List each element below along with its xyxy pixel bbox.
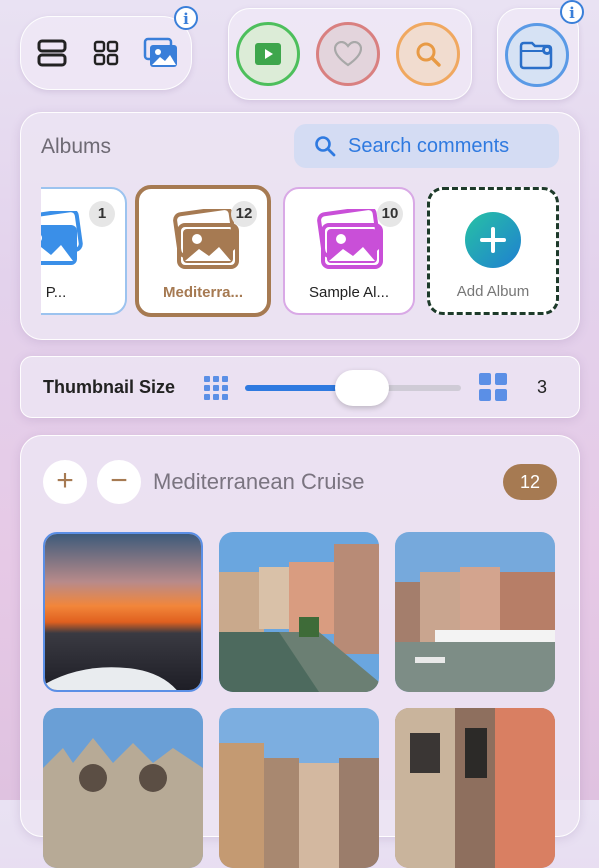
- heart-icon: [334, 41, 362, 67]
- favorite-button[interactable]: [316, 22, 380, 86]
- play-button[interactable]: [236, 22, 300, 86]
- folder-gear-icon: [519, 41, 553, 70]
- album-count: 12: [231, 201, 257, 227]
- album-label: Sample Al...: [308, 284, 390, 301]
- album-count: 10: [377, 201, 403, 227]
- add-album-card[interactable]: Add Album: [427, 187, 559, 315]
- album-label: Mediterra...: [162, 284, 244, 301]
- info-icon[interactable]: i: [174, 6, 198, 30]
- search-button[interactable]: [396, 22, 460, 86]
- play-icon: [255, 43, 281, 65]
- thumbnail-size-label: Thumbnail Size: [43, 377, 176, 397]
- add-album-label: Add Album: [456, 283, 530, 300]
- photo-thumbnail-sunset[interactable]: [43, 532, 203, 692]
- top-toolbar: i i: [0, 0, 599, 100]
- add-photo-button[interactable]: +: [43, 460, 87, 504]
- grid-view-icon[interactable]: [93, 40, 119, 71]
- photo-thumbnail-facade[interactable]: [395, 708, 555, 868]
- small-grid-icon: [203, 375, 229, 406]
- thumbnail-slider[interactable]: [245, 370, 461, 406]
- thumbnail-size-value: 3: [537, 377, 548, 397]
- large-grid-icon: [478, 372, 508, 407]
- view-mode-group: [20, 16, 192, 90]
- albums-panel: Albums Search comments 1 ation P...: [20, 112, 580, 340]
- thumbnail-size-panel: Thumbnail Size 3: [20, 356, 580, 418]
- album-card[interactable]: 1 ation P...: [41, 187, 127, 315]
- album-strip: 1 ation P... 12 Mediterra...: [41, 113, 559, 339]
- folder-settings-button[interactable]: [505, 23, 569, 87]
- album-label: ation P...: [41, 284, 67, 301]
- album-count-badge: 12: [503, 464, 557, 500]
- action-group: [228, 8, 472, 100]
- photo-thumbnail-canal[interactable]: [219, 532, 379, 692]
- list-view-icon[interactable]: [37, 39, 67, 72]
- search-icon: [416, 42, 441, 67]
- photo-thumbnail-basilica[interactable]: [43, 708, 203, 868]
- album-title: Mediterranean Cruise: [153, 469, 365, 494]
- add-album-icon: [465, 212, 521, 268]
- photo-thumbnail-square[interactable]: [219, 708, 379, 868]
- photo-thumbnail-grand-canal[interactable]: [395, 532, 555, 692]
- album-photo-icon: [41, 208, 87, 272]
- album-card[interactable]: 10 Sample Al...: [283, 187, 415, 315]
- album-photo-icon: [313, 206, 387, 274]
- remove-photo-button[interactable]: −: [97, 460, 141, 504]
- info-icon[interactable]: i: [560, 0, 584, 24]
- album-view-panel: + − Mediterranean Cruise 12: [20, 435, 580, 868]
- album-card-selected[interactable]: 12 Mediterra...: [135, 185, 271, 317]
- slider-knob[interactable]: [334, 370, 389, 406]
- album-count: 1: [89, 201, 115, 227]
- album-view-icon[interactable]: [143, 37, 179, 74]
